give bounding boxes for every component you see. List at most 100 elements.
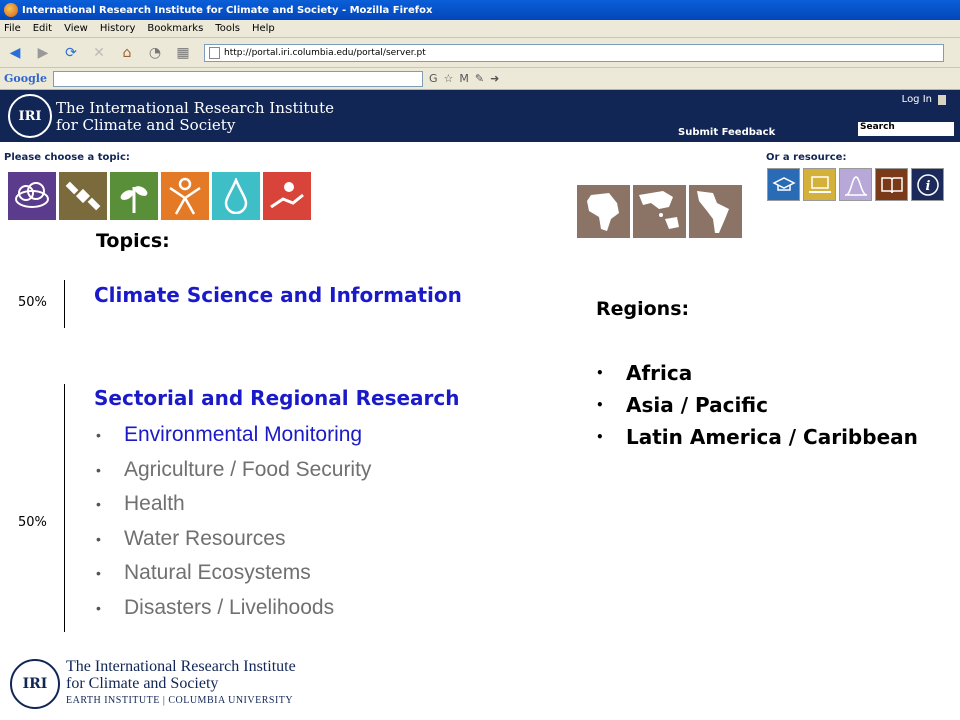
list-item[interactable]: • Environmental Monitoring xyxy=(96,418,371,453)
arrow-icon[interactable]: ➜ xyxy=(490,72,499,85)
back-icon[interactable]: ◀ xyxy=(4,42,26,64)
menu-file[interactable]: File xyxy=(4,23,21,34)
bullet-icon: • xyxy=(96,427,101,444)
list-item[interactable]: • Agriculture / Food Security xyxy=(96,453,371,488)
region-icon-row xyxy=(577,185,742,238)
plant-icon[interactable] xyxy=(110,172,158,220)
site-title-line2: for Climate and Society xyxy=(56,116,236,134)
region-list: • Africa • Asia / Pacific • Latin America /… xyxy=(596,357,918,453)
bookmark-icon[interactable]: ▦ xyxy=(172,42,194,64)
history-icon[interactable]: ◔ xyxy=(144,42,166,64)
laptop-icon[interactable] xyxy=(803,168,836,201)
stop-icon[interactable]: ✕ xyxy=(88,42,110,64)
footer-line2: for Climate and Society xyxy=(66,675,219,692)
site-title-line1: The International Research Institute xyxy=(56,99,334,117)
footer-line3: EARTH INSTITUTE | COLUMBIA UNIVERSITY xyxy=(66,695,294,706)
url-text: http://portal.iri.columbia.edu/portal/se… xyxy=(224,47,426,58)
submit-feedback-link[interactable]: Submit Feedback xyxy=(678,127,775,138)
book-icon[interactable] xyxy=(875,168,908,201)
sectorial-research-link[interactable]: Sectorial and Regional Research xyxy=(94,386,460,410)
latin-america-map-icon[interactable] xyxy=(689,185,742,238)
sector-label: Environmental Monitoring xyxy=(124,423,363,447)
url-bar[interactable]: http://portal.iri.columbia.edu/portal/se… xyxy=(204,43,944,62)
home-icon[interactable]: ⌂ xyxy=(116,42,138,64)
firefox-icon xyxy=(4,3,18,17)
bullet-icon: • xyxy=(596,366,604,380)
navigation-toolbar: ◀ ▶ ⟳ ✕ ⌂ ◔ ▦ http://portal.iri.columbia… xyxy=(0,38,960,68)
sector-list: • Environmental Monitoring • Agriculture /… xyxy=(96,418,371,625)
topics-heading: Topics: xyxy=(96,230,170,252)
login-arrow-icon xyxy=(938,94,946,105)
footer-text: The International Research Institute for… xyxy=(66,658,296,709)
star-icon[interactable]: ☆ xyxy=(443,72,453,85)
region-label: Africa xyxy=(626,361,693,385)
sector-label: Health xyxy=(124,492,185,516)
choose-topic-label: Please choose a topic: xyxy=(4,152,130,163)
site-search-input[interactable]: Search xyxy=(858,122,954,136)
list-item[interactable]: • Africa xyxy=(596,357,918,389)
satellite-icon[interactable] xyxy=(59,172,107,220)
forward-icon[interactable]: ▶ xyxy=(32,42,54,64)
pencil-icon[interactable]: ✎ xyxy=(475,72,484,85)
list-item[interactable]: • Natural Ecosystems xyxy=(96,556,371,591)
iri-logo[interactable]: IRI xyxy=(8,94,52,138)
list-item[interactable]: • Health xyxy=(96,487,371,522)
cloud-icon[interactable] xyxy=(8,172,56,220)
bullet-icon: • xyxy=(596,430,604,444)
google-search-input[interactable] xyxy=(52,70,423,87)
site-header: IRI The International Research Institute… xyxy=(0,90,960,142)
list-item[interactable]: • Latin America / Caribbean xyxy=(596,421,918,453)
percent-label-bottom: 50% xyxy=(18,515,47,530)
login-link[interactable]: Log In xyxy=(902,94,932,105)
water-drop-icon[interactable] xyxy=(212,172,260,220)
footer-line1: The International Research Institute xyxy=(66,658,296,675)
hands-icon[interactable] xyxy=(263,172,311,220)
google-logo: Google xyxy=(4,72,47,85)
menu-bookmarks[interactable]: Bookmarks xyxy=(147,23,203,34)
regions-heading: Regions: xyxy=(596,298,690,320)
bullet-icon: • xyxy=(96,461,101,478)
asia-pacific-map-icon[interactable] xyxy=(633,185,686,238)
menu-help[interactable]: Help xyxy=(252,23,275,34)
footer-iri-logo: IRI xyxy=(10,658,60,709)
bullet-icon: • xyxy=(96,599,101,616)
region-label: Asia / Pacific xyxy=(626,393,768,417)
list-item[interactable]: • Disasters / Livelihoods xyxy=(96,591,371,626)
svg-text:i: i xyxy=(925,179,930,194)
google-toolbar-icons: G ☆ M ✎ ➜ xyxy=(429,72,499,85)
footer-logo: IRI The International Research Institute… xyxy=(10,658,296,709)
sector-label: Natural Ecosystems xyxy=(124,561,311,585)
africa-map-icon[interactable] xyxy=(577,185,630,238)
list-item[interactable]: • Water Resources xyxy=(96,522,371,557)
site-title: The International Research Institute for… xyxy=(56,100,334,134)
topic-icon-row xyxy=(8,172,311,220)
gmail-icon[interactable]: M xyxy=(459,72,469,85)
google-g-icon[interactable]: G xyxy=(429,72,438,85)
list-item[interactable]: • Asia / Pacific xyxy=(596,389,918,421)
divider-bar-top xyxy=(64,280,65,328)
sector-label: Water Resources xyxy=(124,526,286,550)
menu-tools[interactable]: Tools xyxy=(215,23,240,34)
menu-history[interactable]: History xyxy=(100,23,136,34)
sector-label: Agriculture / Food Security xyxy=(124,457,372,481)
menu-view[interactable]: View xyxy=(64,23,88,34)
bullet-icon: • xyxy=(596,398,604,412)
bullet-icon: • xyxy=(96,496,101,513)
percent-label-top: 50% xyxy=(18,295,47,310)
info-icon[interactable]: i xyxy=(911,168,944,201)
login-area: Log In xyxy=(902,94,946,105)
window-titlebar: International Research Institute for Cli… xyxy=(0,0,960,20)
person-icon[interactable] xyxy=(161,172,209,220)
divider-bar-bottom xyxy=(64,384,65,632)
resource-icon-row: i xyxy=(767,168,944,201)
bullet-icon: • xyxy=(96,530,101,547)
page-icon xyxy=(209,46,220,59)
graduation-cap-icon[interactable] xyxy=(767,168,800,201)
reload-icon[interactable]: ⟳ xyxy=(60,42,82,64)
menu-bar: File Edit View History Bookmarks Tools H… xyxy=(0,20,960,38)
graph-icon[interactable] xyxy=(839,168,872,201)
resource-label: Or a resource: xyxy=(766,152,847,163)
window-title: International Research Institute for Cli… xyxy=(22,4,433,16)
menu-edit[interactable]: Edit xyxy=(33,23,52,34)
climate-science-link[interactable]: Climate Science and Information xyxy=(94,283,462,307)
